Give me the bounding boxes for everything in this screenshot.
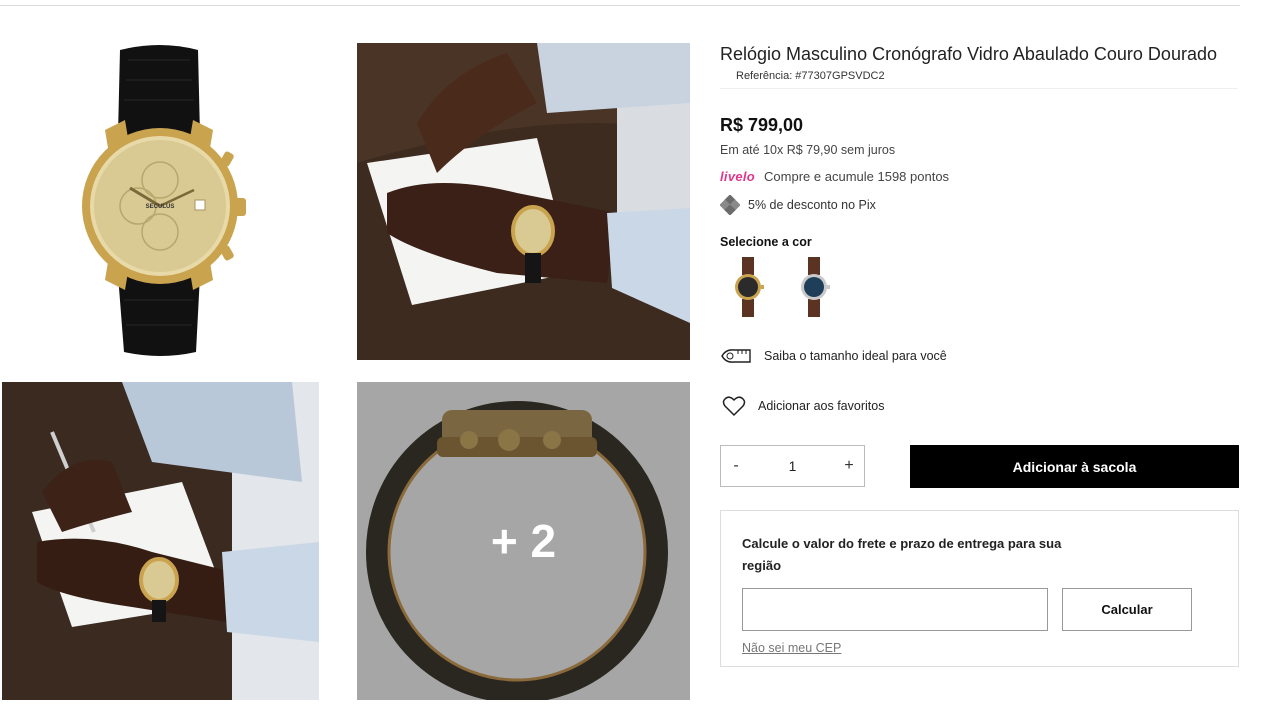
livelo-points-text: Compre e acumule 1598 pontos	[764, 169, 950, 184]
title-divider	[720, 88, 1238, 89]
add-favorites-text: Adicionar aos favoritos	[758, 399, 885, 413]
product-image-wrist-writing[interactable]	[357, 43, 690, 360]
add-to-bag-button[interactable]: Adicionar à sacola	[910, 445, 1239, 488]
pix-icon	[720, 195, 740, 215]
heart-icon	[722, 396, 746, 417]
svg-text:SECULUS: SECULUS	[146, 204, 175, 210]
top-divider	[0, 5, 1240, 6]
quantity-value[interactable]: 1	[751, 458, 834, 474]
livelo-logo: livelo	[720, 169, 756, 184]
livelo-points-row: livelo Compre e acumule 1598 pontos	[720, 169, 949, 184]
calculate-shipping-button[interactable]: Calcular	[1062, 588, 1192, 631]
size-guide-link[interactable]: Saiba o tamanho ideal para você	[720, 346, 947, 366]
cep-input[interactable]	[742, 588, 1048, 631]
add-favorites-link[interactable]: Adicionar aos favoritos	[722, 395, 884, 417]
size-guide-text: Saiba o tamanho ideal para você	[764, 349, 947, 363]
shipping-title: Calcule o valor do frete e prazo de entr…	[742, 536, 1062, 573]
shipping-calculator: Calcule o valor do frete e prazo de entr…	[720, 510, 1239, 667]
quantity-increase-button[interactable]: +	[834, 457, 864, 475]
product-image-more[interactable]: + 2	[357, 382, 690, 700]
quantity-decrease-button[interactable]: -	[721, 457, 751, 475]
color-option-brown-black[interactable]	[731, 257, 765, 317]
product-reference: Referência: #77307GPSVDC2	[736, 70, 885, 82]
wrist-measure-icon	[721, 349, 751, 363]
quantity-stepper[interactable]: - 1 +	[720, 445, 865, 487]
lifestyle-photo-2	[2, 382, 319, 700]
watch-front-image: SECULUS	[82, 45, 246, 356]
pix-discount-row: 5% de desconto no Pix	[720, 195, 876, 215]
watch-thumbnail-icon	[801, 257, 830, 317]
product-image-main[interactable]: SECULUS	[0, 40, 320, 360]
product-price: R$ 799,00	[720, 115, 804, 135]
product-image-wrist-pen[interactable]	[2, 382, 319, 700]
color-selector-label: Selecione a cor	[720, 235, 812, 249]
more-images-overlay[interactable]: + 2	[357, 382, 690, 700]
product-title: Relógio Masculino Cronógrafo Vidro Abaul…	[720, 44, 1217, 64]
pix-discount-text: 5% de desconto no Pix	[748, 198, 876, 212]
color-option-brown-blue[interactable]	[797, 257, 831, 317]
watch-thumbnail-icon	[735, 257, 764, 317]
installments-text: Em até 10x R$ 79,90 sem juros	[720, 143, 896, 157]
unknown-cep-link[interactable]: Não sei meu CEP	[742, 641, 841, 655]
lifestyle-photo-1	[357, 43, 690, 360]
